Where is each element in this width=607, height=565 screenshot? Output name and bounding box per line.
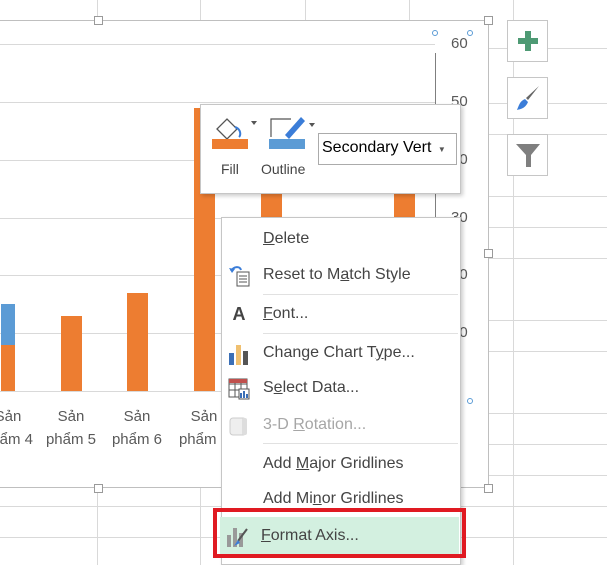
chart-filters-button[interactable]: [507, 134, 548, 176]
category-label: phẩm 5: [45, 431, 97, 448]
chart-resize-handle[interactable]: [484, 484, 493, 493]
menu-item-label: Select Data...: [263, 379, 360, 396]
menu-item-select-data[interactable]: Select Data...: [222, 370, 460, 406]
menu-item-label: Font...: [263, 305, 309, 322]
menu-separator: [263, 294, 458, 295]
reset-style-icon: [229, 266, 250, 287]
menu-item-reset-to-match-style[interactable]: Reset to Match Style: [222, 257, 460, 293]
chart-styles-button[interactable]: [507, 77, 548, 119]
paint-bucket-icon: [212, 118, 257, 149]
filter-icon: [515, 144, 540, 167]
paintbrush-icon: [516, 86, 539, 110]
chart-type-icon: [229, 345, 248, 365]
outline-button[interactable]: Outline: [261, 111, 316, 189]
chart-resize-handle[interactable]: [484, 16, 493, 25]
chevron-down-icon: ▼: [437, 145, 446, 154]
outline-label: Outline: [261, 161, 306, 177]
category-label: phẩm 6: [111, 431, 163, 448]
menu-item-label: 3-D Rotation...: [263, 416, 367, 433]
category-label: Sản: [123, 408, 151, 425]
menu-separator: [263, 443, 458, 444]
row-gridline: [489, 351, 607, 352]
chart-resize-handle[interactable]: [484, 249, 493, 258]
bar-orange[interactable]: [61, 315, 82, 391]
chart-elements-button[interactable]: [507, 20, 548, 62]
menu-item-label: Delete: [263, 230, 310, 247]
y-tick-label: 60: [451, 35, 468, 52]
select-data-icon: [228, 378, 250, 400]
menu-item-change-chart-type[interactable]: Change Chart Type...: [222, 335, 460, 371]
menu-item-label: Reset to Match Style: [263, 266, 411, 283]
row-gridline: [489, 320, 607, 321]
menu-item-3d-rotation: 3-D Rotation...: [222, 407, 460, 443]
menu-separator: [263, 333, 458, 334]
font-icon: A: [232, 304, 246, 324]
axis-selection-handle[interactable]: [467, 30, 473, 36]
mini-toolbar: Fill Outline Secondary Vert ▼: [200, 104, 461, 194]
row-gridline: [489, 475, 607, 476]
bar-orange[interactable]: [1, 344, 15, 391]
category-label: Sản: [0, 408, 22, 425]
menu-item-label: Add Major Gridlines: [263, 455, 404, 472]
row-gridline: [489, 227, 607, 228]
highlight-box: [213, 508, 466, 558]
outline-pen-icon: [269, 117, 315, 149]
menu-item-label: Change Chart Type...: [263, 344, 415, 361]
fill-label: Fill: [221, 161, 239, 177]
gridline: [0, 44, 435, 45]
row-gridline: [489, 444, 607, 445]
chart-element-dropdown[interactable]: Secondary Vert ▼: [318, 133, 457, 165]
category-label: phẩm 4: [0, 431, 34, 448]
chart-resize-handle[interactable]: [94, 484, 103, 493]
chart-element-value: Secondary Vert: [322, 139, 432, 156]
row-gridline: [489, 196, 607, 197]
menu-item-label: Add Minor Gridlines: [263, 490, 404, 507]
fill-button[interactable]: Fill: [211, 111, 261, 189]
category-label: Sản: [57, 408, 85, 425]
row-gridline: [489, 413, 607, 414]
gridline: [0, 101, 435, 103]
bar-blue[interactable]: [1, 304, 15, 345]
plus-icon: [517, 31, 538, 51]
menu-item-delete[interactable]: Delete: [222, 221, 460, 257]
chart-resize-handle[interactable]: [94, 16, 103, 25]
menu-item-font[interactable]: A Font...: [222, 296, 460, 332]
menu-item-add-major-gridlines[interactable]: Add Major Gridlines: [222, 446, 460, 482]
axis-selection-handle[interactable]: [432, 30, 438, 36]
axis-selection-handle[interactable]: [467, 398, 473, 404]
row-gridline: [489, 258, 607, 259]
3d-rotation-icon: [229, 417, 247, 436]
bar-orange[interactable]: [127, 292, 148, 391]
